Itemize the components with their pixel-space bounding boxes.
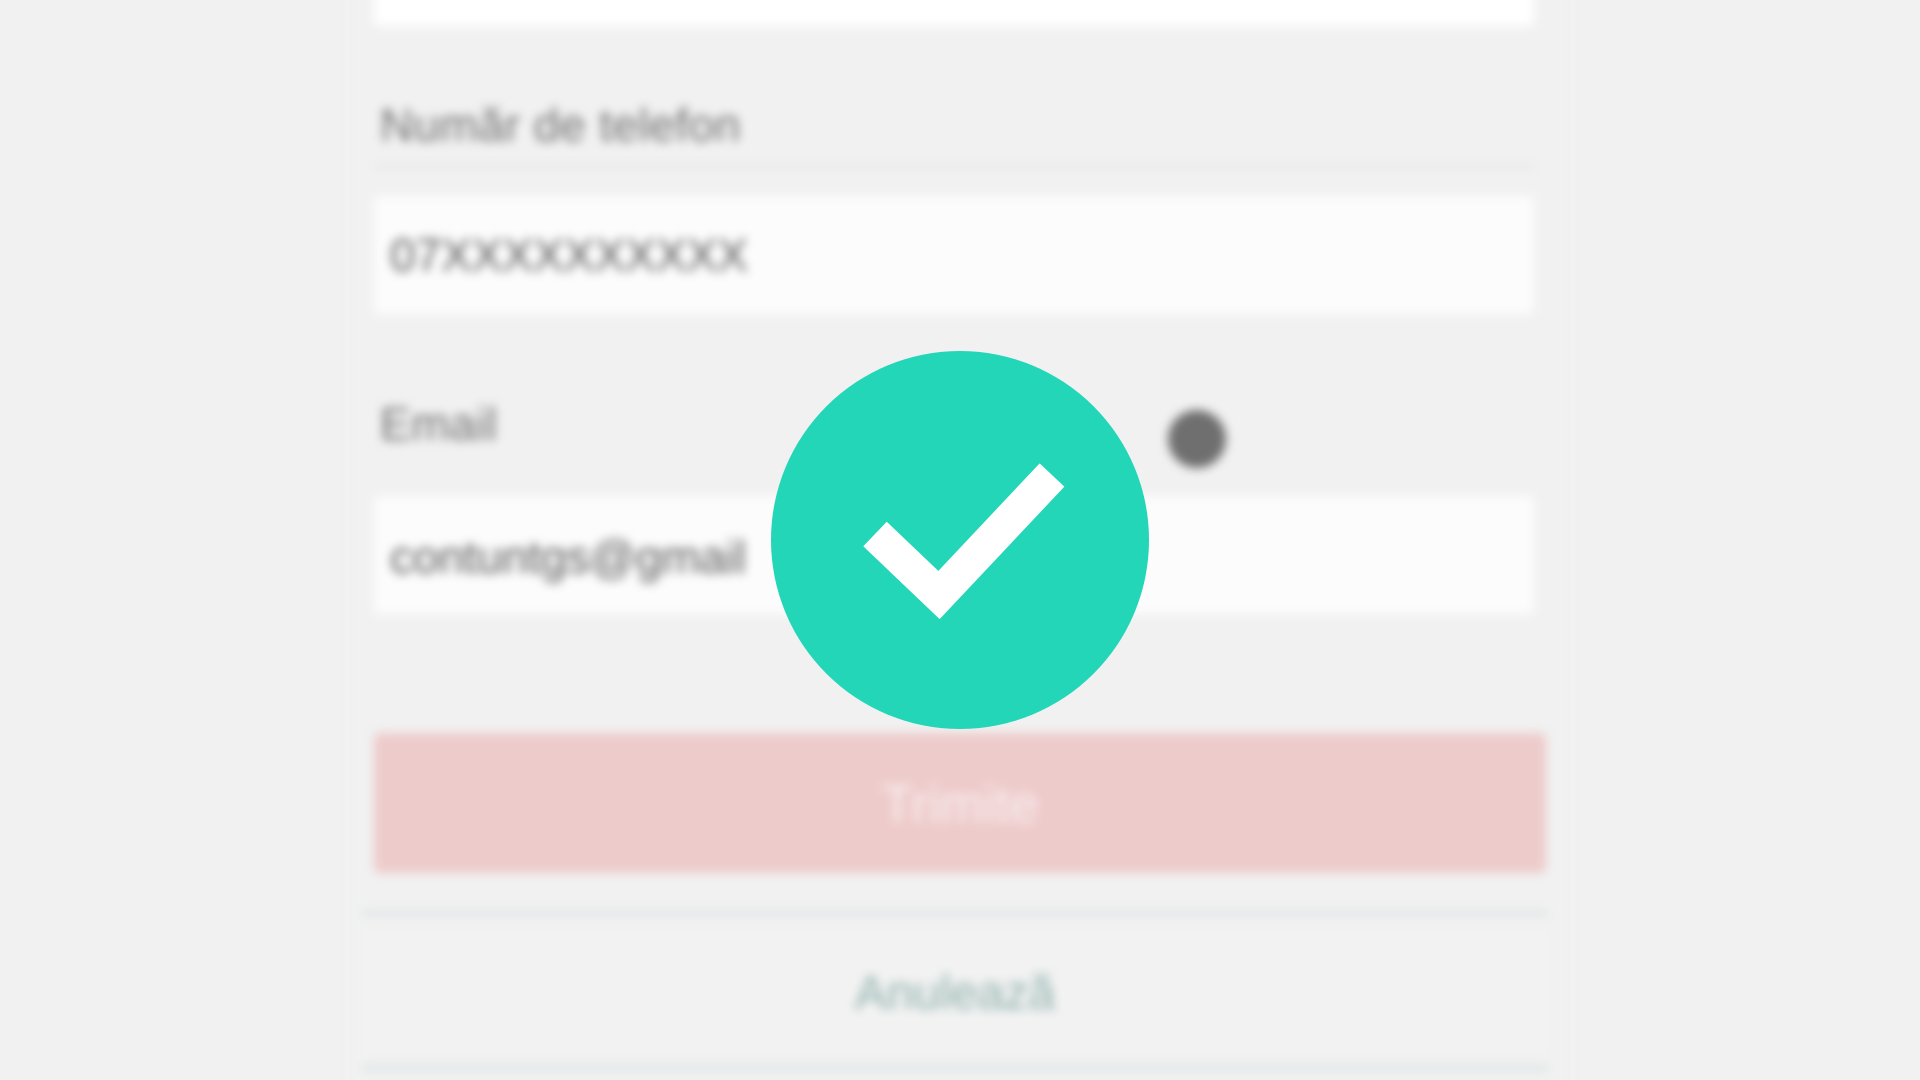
bottom-separator	[362, 1065, 1548, 1071]
email-label: Email	[380, 398, 498, 450]
email-input-value: contuntgs@gmail	[390, 531, 747, 583]
checkmark-icon	[863, 463, 1065, 620]
previous-input-field[interactable]	[374, 0, 1534, 26]
screen: Număr de telefon 07XXXXXXXXXX Email cont…	[0, 0, 1920, 1080]
phone-label: Număr de telefon	[380, 99, 741, 151]
submit-button-label: Trimite	[881, 776, 1039, 834]
cancel-button-label: Anulează	[854, 967, 1056, 1020]
submit-button[interactable]: Trimite	[374, 733, 1546, 873]
success-badge	[771, 351, 1149, 729]
phone-input-value: 07XXXXXXXXXX	[390, 229, 748, 281]
separator	[362, 910, 1548, 916]
info-icon[interactable]	[1168, 410, 1226, 468]
divider	[374, 165, 1534, 168]
cancel-button[interactable]: Anulează	[362, 930, 1548, 1055]
